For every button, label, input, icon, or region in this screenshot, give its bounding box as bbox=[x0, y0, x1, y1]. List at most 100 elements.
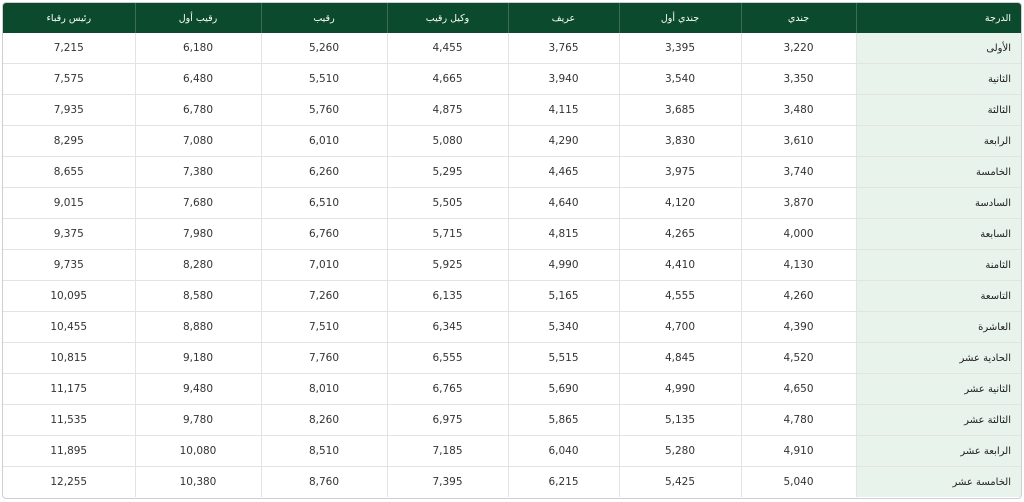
salary-cell: 5,505 bbox=[386, 187, 508, 219]
salary-cell: 8,760 bbox=[260, 466, 387, 497]
salary-cell: 5,260 bbox=[260, 33, 387, 64]
salary-cell: 8,880 bbox=[134, 311, 261, 343]
salary-cell: 10,455 bbox=[3, 311, 135, 343]
salary-cell: 7,980 bbox=[134, 218, 261, 250]
salary-cell: 5,510 bbox=[260, 63, 387, 95]
salary-cell: 4,700 bbox=[618, 311, 741, 343]
grade-cell: الخامسة عشر bbox=[855, 466, 1021, 497]
grade-cell: الرابعة bbox=[855, 125, 1021, 157]
salary-cell: 6,040 bbox=[507, 435, 619, 467]
salary-cell: 9,735 bbox=[3, 249, 135, 281]
salary-cell: 3,830 bbox=[618, 125, 741, 157]
grade-cell: الثانية bbox=[855, 63, 1021, 95]
salary-cell: 6,780 bbox=[134, 94, 261, 126]
salary-cell: 6,180 bbox=[134, 33, 261, 64]
column-header-vice-sergeant: وكيل رقيب bbox=[386, 3, 508, 33]
salary-cell: 6,760 bbox=[260, 218, 387, 250]
column-header-staff-sergeant: رقيب أول bbox=[134, 3, 261, 33]
salary-cell: 5,690 bbox=[507, 373, 619, 405]
header-row: الدرجة جندي جندي أول عريف وكيل رقيب رقيب رقيب … bbox=[3, 3, 1021, 33]
grade-cell: الرابعة عشر bbox=[855, 435, 1021, 467]
grade-cell: الثانية عشر bbox=[855, 373, 1021, 405]
salary-cell: 4,780 bbox=[740, 404, 856, 436]
table-row: السابعة 4,000 4,265 4,815 5,715 6,760 7,980 9,3… bbox=[3, 218, 1021, 250]
column-header-soldier: جندي bbox=[740, 3, 856, 33]
table-row: الثانية 3,350 3,540 3,940 4,665 5,510 6,480 7,5… bbox=[3, 63, 1021, 95]
table-row: الثانية عشر 4,650 4,990 5,690 6,765 8,010 9,48… bbox=[3, 373, 1021, 405]
salary-cell: 7,760 bbox=[260, 342, 387, 374]
salary-cell: 7,575 bbox=[3, 63, 135, 95]
salary-cell: 4,815 bbox=[507, 218, 619, 250]
table-row: التاسعة 4,260 4,555 5,165 6,135 7,260 8,580 10,… bbox=[3, 280, 1021, 312]
salary-cell: 9,780 bbox=[134, 404, 261, 436]
salary-cell: 7,380 bbox=[134, 156, 261, 188]
salary-cell: 11,535 bbox=[3, 404, 135, 436]
salary-cell: 8,280 bbox=[134, 249, 261, 281]
column-header-sergeant: رقيب bbox=[260, 3, 387, 33]
table-row: الحادية عشر 4,520 4,845 5,515 6,555 7,760 9,18… bbox=[3, 342, 1021, 374]
salary-cell: 4,555 bbox=[618, 280, 741, 312]
salary-cell: 4,465 bbox=[507, 156, 619, 188]
salary-cell: 5,340 bbox=[507, 311, 619, 343]
salary-cell: 3,975 bbox=[618, 156, 741, 188]
salary-cell: 10,080 bbox=[134, 435, 261, 467]
table-row: الثالثة 3,480 3,685 4,115 4,875 5,760 6,780 7,9… bbox=[3, 94, 1021, 126]
salary-cell: 7,215 bbox=[53, 42, 84, 54]
salary-cell: 8,260 bbox=[260, 404, 387, 436]
grade-cell: الحادية عشر bbox=[855, 342, 1021, 374]
column-header-grade: الدرجة bbox=[855, 3, 1021, 33]
table-body: الأولى 3,220 3,395 3,765 4,455 5,260 6,180 7,21… bbox=[3, 33, 1021, 497]
salary-cell: 8,510 bbox=[260, 435, 387, 467]
salary-cell: 6,510 bbox=[260, 187, 387, 219]
salary-cell: 4,115 bbox=[507, 94, 619, 126]
salary-cell: 4,665 bbox=[386, 63, 508, 95]
salary-cell: 5,760 bbox=[260, 94, 387, 126]
table-row: الثالثة عشر 4,780 5,135 5,865 6,975 8,260 9,78… bbox=[3, 404, 1021, 436]
salary-cell: 9,180 bbox=[134, 342, 261, 374]
grade-cell: العاشرة bbox=[855, 311, 1021, 343]
salary-cell: 3,350 bbox=[740, 63, 856, 95]
salary-cell: 3,940 bbox=[507, 63, 619, 95]
salary-cell: 4,000 bbox=[740, 218, 856, 250]
salary-cell: 10,380 bbox=[134, 466, 261, 497]
salary-cell: 7,680 bbox=[134, 187, 261, 219]
salary-cell: 5,135 bbox=[618, 404, 741, 436]
salary-cell: 4,260 bbox=[740, 280, 856, 312]
salary-cell: 4,290 bbox=[507, 125, 619, 157]
salary-cell: 4,845 bbox=[618, 342, 741, 374]
salary-cell: 7,260 bbox=[260, 280, 387, 312]
salary-cell: 3,685 bbox=[618, 94, 741, 126]
salary-cell: 6,135 bbox=[386, 280, 508, 312]
table-row: السادسة 3,870 4,120 4,640 5,505 6,510 7,680 9,0… bbox=[3, 187, 1021, 219]
salary-cell: 4,265 bbox=[618, 218, 741, 250]
salary-cell: 3,870 bbox=[740, 187, 856, 219]
salary-cell: 6,260 bbox=[260, 156, 387, 188]
salary-cell: 11,175 bbox=[3, 373, 135, 405]
salary-cell: 3,610 bbox=[740, 125, 856, 157]
salary-cell: 4,990 bbox=[618, 373, 741, 405]
salary-cell: 5,040 bbox=[740, 466, 856, 497]
salary-cell: 4,120 bbox=[618, 187, 741, 219]
salary-table-container: الدرجة جندي جندي أول عريف وكيل رقيب رقيب رقيب … bbox=[2, 2, 1022, 499]
grade-cell: الثالثة bbox=[855, 94, 1021, 126]
salary-cell: 4,640 bbox=[507, 187, 619, 219]
salary-table: الدرجة جندي جندي أول عريف وكيل رقيب رقيب رقيب … bbox=[3, 3, 1021, 497]
salary-cell: 10,815 bbox=[3, 342, 135, 374]
grade-cell: الخامسة bbox=[855, 156, 1021, 188]
salary-cell: 6,765 bbox=[386, 373, 508, 405]
table-row: الخامسة عشر 5,040 5,425 6,215 7,395 8,760 10,3… bbox=[3, 466, 1021, 497]
grade-cell: السادسة bbox=[855, 187, 1021, 219]
salary-cell: 5,080 bbox=[386, 125, 508, 157]
column-header-private-first-class: جندي أول bbox=[618, 3, 741, 33]
salary-cell: 6,975 bbox=[386, 404, 508, 436]
salary-cell: 6,555 bbox=[386, 342, 508, 374]
salary-cell: 4,875 bbox=[386, 94, 508, 126]
salary-cell: 4,520 bbox=[740, 342, 856, 374]
salary-cell: 6,345 bbox=[386, 311, 508, 343]
salary-cell: 5,925 bbox=[386, 249, 508, 281]
salary-cell: 3,540 bbox=[618, 63, 741, 95]
salary-cell: 7,935 bbox=[3, 94, 135, 126]
salary-cell: 10,095 bbox=[3, 280, 135, 312]
salary-cell: 5,295 bbox=[386, 156, 508, 188]
salary-cell: 7,395 bbox=[386, 466, 508, 497]
